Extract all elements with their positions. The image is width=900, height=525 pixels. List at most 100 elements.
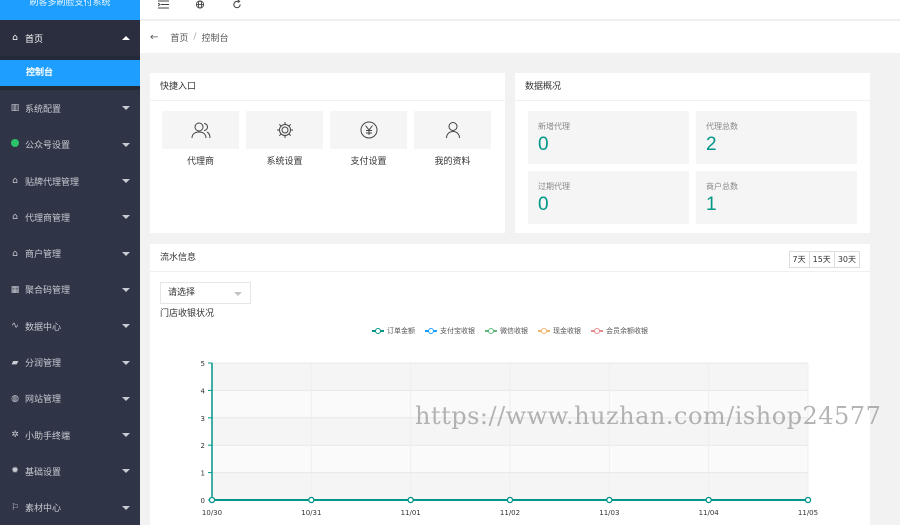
chevron-down-icon (122, 360, 130, 365)
sidebar-item-label: 代理商管理 (25, 213, 71, 224)
data-point (506, 496, 514, 504)
wechat-icon (9, 139, 21, 150)
breadcrumb: ← 首页 / 控制台 (140, 21, 900, 53)
quick-entry-card: 快捷入口 代理商 系统设置 支付设置 我的资料 (150, 73, 505, 233)
chevron-down-icon (122, 396, 130, 401)
stat-total-agents: 代理总数 2 (696, 111, 857, 164)
stat-expired-agents: 过期代理 0 (528, 171, 689, 224)
sidebar-item[interactable]: ⌂ 代理商管理 (0, 199, 140, 235)
sidebar-item-label: 小助手终端 (25, 431, 71, 442)
user-icon (445, 122, 460, 139)
pulse-icon: ∿ (11, 321, 19, 332)
sidebar: 刷客多刷脸支付系统 ⌂ 首页 控制台 ▥ 系统配置 公众号设置 ⌂ 贴牌代理管理 ⌂ 代理商管理 ⌂… (0, 0, 140, 525)
collapse-menu-icon[interactable] (157, 0, 169, 12)
sidebar-item-label: 商户管理 (25, 250, 62, 261)
breadcrumb-home[interactable]: 首页 (170, 31, 188, 44)
breadcrumb-current: 控制台 (201, 33, 229, 44)
sidebar-item-label: 系统配置 (25, 104, 62, 115)
quick-item-box[interactable] (246, 111, 323, 149)
quick-item-agents[interactable]: 代理商 (162, 111, 239, 167)
quick-item-label: 支付设置 (350, 157, 387, 167)
sidebar-item[interactable]: ▥ 系统配置 (0, 90, 140, 126)
settings-list-icon: ▥ (10, 103, 20, 114)
sidebar-item[interactable]: ⚐ 素材中心 (0, 490, 140, 525)
sidebar-item[interactable]: ∿ 数据中心 (0, 308, 140, 344)
chevron-down-icon (122, 106, 130, 111)
chevron-down-icon (122, 251, 130, 256)
chevron-down-icon (122, 469, 130, 474)
sidebar-item-label: 首页 (25, 34, 44, 45)
chat-icon: ▰ (11, 357, 19, 368)
chevron-up-icon (122, 36, 130, 41)
y-tick-label: 2 (201, 442, 205, 450)
sidebar-item[interactable]: ⌂ 贴牌代理管理 (0, 163, 140, 199)
stat-label: 新增代理 (538, 122, 570, 131)
home-icon: ⌂ (12, 176, 18, 187)
stat-label: 商户总数 (706, 182, 738, 191)
chevron-down-icon (122, 215, 130, 220)
stat-label: 过期代理 (538, 182, 570, 191)
quick-item-label: 代理商 (186, 157, 214, 167)
x-tick-label: 11/01 (401, 509, 421, 517)
y-tick-label: 4 (201, 387, 206, 395)
quick-item-payment-settings[interactable]: 支付设置 (330, 111, 407, 167)
quick-item-box[interactable] (414, 111, 491, 149)
x-tick-label: 11/03 (599, 509, 619, 517)
app-title: 刷客多刷脸支付系统 (0, 0, 140, 20)
data-overview-card: 数据概况 新增代理 0 代理总数 2 过期代理 0 商户总数 1 (515, 73, 870, 233)
sidebar-item-label: 网站管理 (25, 395, 62, 406)
flow-line-chart: 0 1 2 3 4 5 10/30 10/31 11/01 11/02 11/03 11/04 11/0… (201, 360, 819, 517)
quick-item-system-settings[interactable]: 系统设置 (246, 111, 323, 167)
sidebar-item[interactable]: ▦ 聚合码管理 (0, 272, 140, 308)
stat-new-agents: 新增代理 0 (528, 111, 689, 164)
sidebar-item[interactable]: ⌂ 商户管理 (0, 235, 140, 271)
chevron-down-icon (122, 142, 130, 147)
y-tick-label: 3 (201, 415, 205, 423)
sidebar-item-label: 贴牌代理管理 (25, 177, 80, 188)
chevron-down-icon (122, 433, 130, 438)
stat-value: 0 (538, 194, 549, 215)
chevron-down-icon (122, 179, 130, 184)
x-tick-label: 11/04 (699, 509, 720, 517)
data-point (804, 496, 812, 504)
sidebar-subitem-console[interactable]: 控制台 (0, 60, 140, 87)
x-tick-label: 10/31 (301, 509, 321, 517)
x-tick-label: 11/02 (500, 509, 520, 517)
stat-label: 代理总数 (706, 122, 738, 131)
sidebar-item[interactable]: ◍ 网站管理 (0, 381, 140, 417)
data-point (705, 496, 712, 504)
globe-icon: ◍ (11, 393, 19, 404)
quick-item-box[interactable] (330, 111, 407, 149)
qrcode-icon: ▦ (10, 284, 20, 295)
refresh-icon[interactable] (232, 0, 242, 12)
sidebar-item-label: 基础设置 (25, 467, 62, 478)
data-point (407, 496, 414, 504)
gear-icon: ✹ (11, 466, 19, 477)
gear-icon (276, 122, 293, 138)
globe-icon[interactable] (195, 0, 205, 12)
data-point (208, 496, 216, 504)
y-tick-label: 0 (201, 497, 205, 505)
watermark: https://www.huzhan.com/ishop24577 (415, 402, 882, 430)
y-tick-label: 5 (201, 360, 205, 368)
quick-item-box[interactable] (162, 111, 239, 149)
back-arrow-icon[interactable]: ← (150, 32, 158, 43)
quick-item-my-profile[interactable]: 我的资料 (414, 111, 491, 167)
sidebar-item[interactable]: ⌂ 首页 (0, 20, 140, 57)
chevron-down-icon (122, 324, 130, 329)
stat-value: 0 (538, 134, 549, 155)
data-point (308, 496, 315, 504)
sidebar-item[interactable]: 公众号设置 (0, 127, 140, 163)
stat-value: 1 (706, 194, 717, 215)
sidebar-submenu: 控制台 (0, 56, 140, 91)
sidebar-item-label: 公众号设置 (25, 141, 71, 152)
stat-value: 2 (706, 134, 717, 155)
sidebar-item[interactable]: ✹ 基础设置 (0, 453, 140, 489)
yen-icon (360, 121, 377, 139)
chevron-down-icon (122, 505, 130, 510)
sidebar-item[interactable]: ✲ 小助手终端 (0, 417, 140, 453)
quick-entry-title: 快捷入口 (150, 73, 505, 101)
sidebar-item[interactable]: ▰ 分润管理 (0, 344, 140, 380)
sidebar-item-label: 素材中心 (25, 504, 62, 515)
sidebar-menu: ⌂ 首页 控制台 ▥ 系统配置 公众号设置 ⌂ 贴牌代理管理 ⌂ 代理商管理 ⌂ 商户管理 ▦ 聚合码管理… (0, 20, 140, 525)
